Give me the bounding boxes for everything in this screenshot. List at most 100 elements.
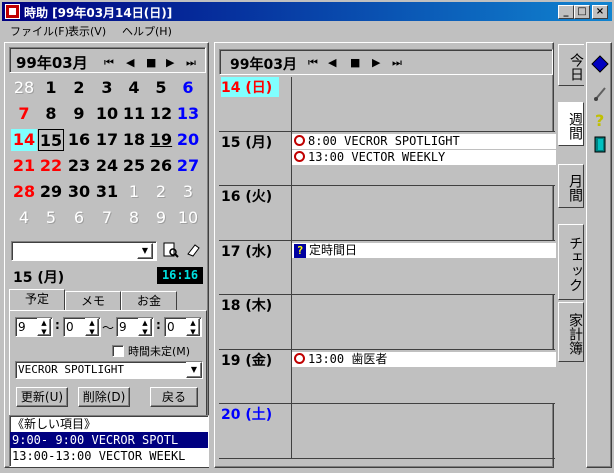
day-schedule-area[interactable]: 8:00 VECROR SPOTLIGHT 13:00 VECTOR WEEKLY	[291, 131, 556, 185]
schedule-entry[interactable]: 8:00 VECROR SPOTLIGHT	[292, 133, 556, 149]
title-bar[interactable]: 時助 [99年03月14日(日)] _ □ ×	[2, 2, 612, 21]
menu-file[interactable]: ファイル(F)	[10, 23, 69, 39]
calendar-day[interactable]: 19	[148, 129, 174, 151]
memo-dropdown-button[interactable]: ▼	[137, 243, 153, 259]
start-min-spinner[interactable]: ▲ ▼	[85, 318, 99, 336]
first-month-button[interactable]: ⏮	[104, 56, 114, 70]
memo-combo[interactable]	[11, 241, 157, 261]
calendar-day[interactable]: 9	[66, 103, 92, 125]
prev-month-button[interactable]: ◀	[126, 56, 134, 69]
start-hour-spinner[interactable]: ▲ ▼	[37, 318, 51, 336]
calendar-day[interactable]: 1	[121, 181, 147, 203]
time-undecided-checkbox[interactable]	[112, 345, 124, 357]
back-button[interactable]: 戻る	[150, 387, 198, 407]
diamond-icon[interactable]	[591, 55, 609, 73]
tab-month[interactable]: 月間	[558, 164, 584, 208]
list-item[interactable]: 9:00- 9:00 VECROR SPOTL	[10, 432, 208, 448]
day-schedule-area[interactable]	[291, 77, 555, 131]
tab-memo[interactable]: メモ	[65, 291, 121, 311]
calendar-day[interactable]: 9	[148, 207, 174, 229]
day-schedule-area[interactable]: 13:00 歯医者	[291, 349, 556, 403]
preview-icon[interactable]	[163, 242, 179, 258]
title-combo[interactable]: VECROR SPOTLIGHT	[15, 361, 203, 379]
calendar-day[interactable]: 10	[94, 103, 120, 125]
tab-today[interactable]: 今日	[558, 44, 584, 86]
list-item[interactable]: 13:00-13:00 VECTOR WEEKL	[10, 448, 208, 464]
first-week-button[interactable]: ⏮	[308, 56, 318, 70]
calendar-day[interactable]: 14	[11, 129, 37, 151]
schedule-entry[interactable]: 13:00 VECTOR WEEKLY	[292, 149, 556, 165]
calendar-day[interactable]: 5	[38, 207, 64, 229]
calendar-day[interactable]: 3	[94, 77, 120, 99]
help-icon[interactable]: ?	[591, 111, 609, 130]
end-hour-spinner[interactable]: ▲ ▼	[138, 318, 152, 336]
day-row[interactable]: 15 (月) 8:00 VECROR SPOTLIGHT 13:00 VECTOR …	[219, 131, 556, 186]
calendar-day[interactable]: 15	[38, 129, 64, 151]
calendar-day[interactable]: 16	[66, 129, 92, 151]
calendar-day[interactable]: 11	[121, 103, 147, 125]
calendar-day[interactable]: 24	[94, 155, 120, 177]
tab-week[interactable]: 週間	[558, 102, 584, 146]
exit-door-icon[interactable]	[591, 135, 609, 153]
title-dropdown-button[interactable]: ▼	[186, 362, 202, 378]
calendar-day[interactable]: 27	[175, 155, 201, 177]
calendar-day[interactable]: 7	[11, 103, 37, 125]
calendar-day[interactable]: 17	[94, 129, 120, 151]
calendar-day[interactable]: 6	[175, 77, 201, 99]
maximize-button[interactable]: □	[574, 5, 590, 19]
eraser-icon[interactable]	[185, 242, 201, 258]
prev-week-button[interactable]: ◀	[328, 56, 336, 69]
minimize-button[interactable]: _	[558, 5, 574, 19]
calendar-day[interactable]: 20	[175, 129, 201, 151]
calendar-day[interactable]: 3	[175, 181, 201, 203]
schedule-entry[interactable]: ? 定時間日	[292, 242, 556, 258]
calendar-day[interactable]: 6	[66, 207, 92, 229]
schedule-entry[interactable]: 13:00 歯医者	[292, 351, 556, 367]
day-row[interactable]: 20 (土)	[219, 404, 555, 459]
update-button[interactable]: 更新(U)	[16, 387, 68, 407]
day-row[interactable]: 17 (水)? 定時間日	[219, 240, 556, 295]
day-row[interactable]: 19 (金) 13:00 歯医者	[219, 349, 556, 404]
calendar-day[interactable]: 31	[94, 181, 120, 203]
calendar-day[interactable]: 10	[175, 207, 201, 229]
calendar-day[interactable]: 18	[121, 129, 147, 151]
calendar-day[interactable]: 2	[66, 77, 92, 99]
calendar-day[interactable]: 5	[148, 77, 174, 99]
calendar-day[interactable]: 28	[11, 77, 37, 99]
list-item[interactable]: 《新しい項目》	[10, 416, 208, 432]
schedule-list[interactable]: 《新しい項目》 9:00- 9:00 VECROR SPOTL 13:00-13…	[9, 415, 209, 467]
calendar-day[interactable]: 12	[148, 103, 174, 125]
close-button[interactable]: ×	[592, 5, 608, 19]
tab-budget[interactable]: 家計簿	[558, 302, 584, 362]
calendar-day[interactable]: 1	[38, 77, 64, 99]
last-week-button[interactable]: ⏭	[392, 56, 402, 70]
day-schedule-area[interactable]	[291, 404, 555, 458]
calendar-day[interactable]: 4	[11, 207, 37, 229]
calendar-day[interactable]: 4	[121, 77, 147, 99]
next-week-button[interactable]: ▶	[372, 56, 380, 69]
calendar-day[interactable]: 25	[121, 155, 147, 177]
day-schedule-area[interactable]	[291, 186, 555, 240]
day-schedule-area[interactable]: ? 定時間日	[291, 240, 556, 294]
day-row[interactable]: 18 (木)	[219, 295, 555, 350]
calendar-day[interactable]: 23	[66, 155, 92, 177]
tab-money[interactable]: お金	[121, 291, 177, 311]
brush-icon[interactable]	[591, 85, 609, 103]
calendar-day[interactable]: 26	[148, 155, 174, 177]
calendar-day[interactable]: 22	[38, 155, 64, 177]
day-row[interactable]: 16 (火)	[219, 186, 555, 241]
delete-button[interactable]: 削除(D)	[78, 387, 130, 407]
tab-schedule[interactable]: 予定	[9, 289, 65, 311]
app-icon[interactable]	[5, 4, 20, 19]
menu-view[interactable]: 表示(V)	[68, 23, 106, 39]
calendar-day[interactable]: 30	[66, 181, 92, 203]
calendar-day[interactable]: 21	[11, 155, 37, 177]
current-month-button[interactable]: ■	[146, 56, 156, 69]
calendar-day[interactable]: 29	[38, 181, 64, 203]
day-row[interactable]: 14 (日)	[219, 77, 555, 132]
calendar-day[interactable]: 28	[11, 181, 37, 203]
calendar-day[interactable]: 7	[94, 207, 120, 229]
next-month-button[interactable]: ▶	[166, 56, 174, 69]
calendar-day[interactable]: 13	[175, 103, 201, 125]
calendar-day[interactable]: 8	[38, 103, 64, 125]
